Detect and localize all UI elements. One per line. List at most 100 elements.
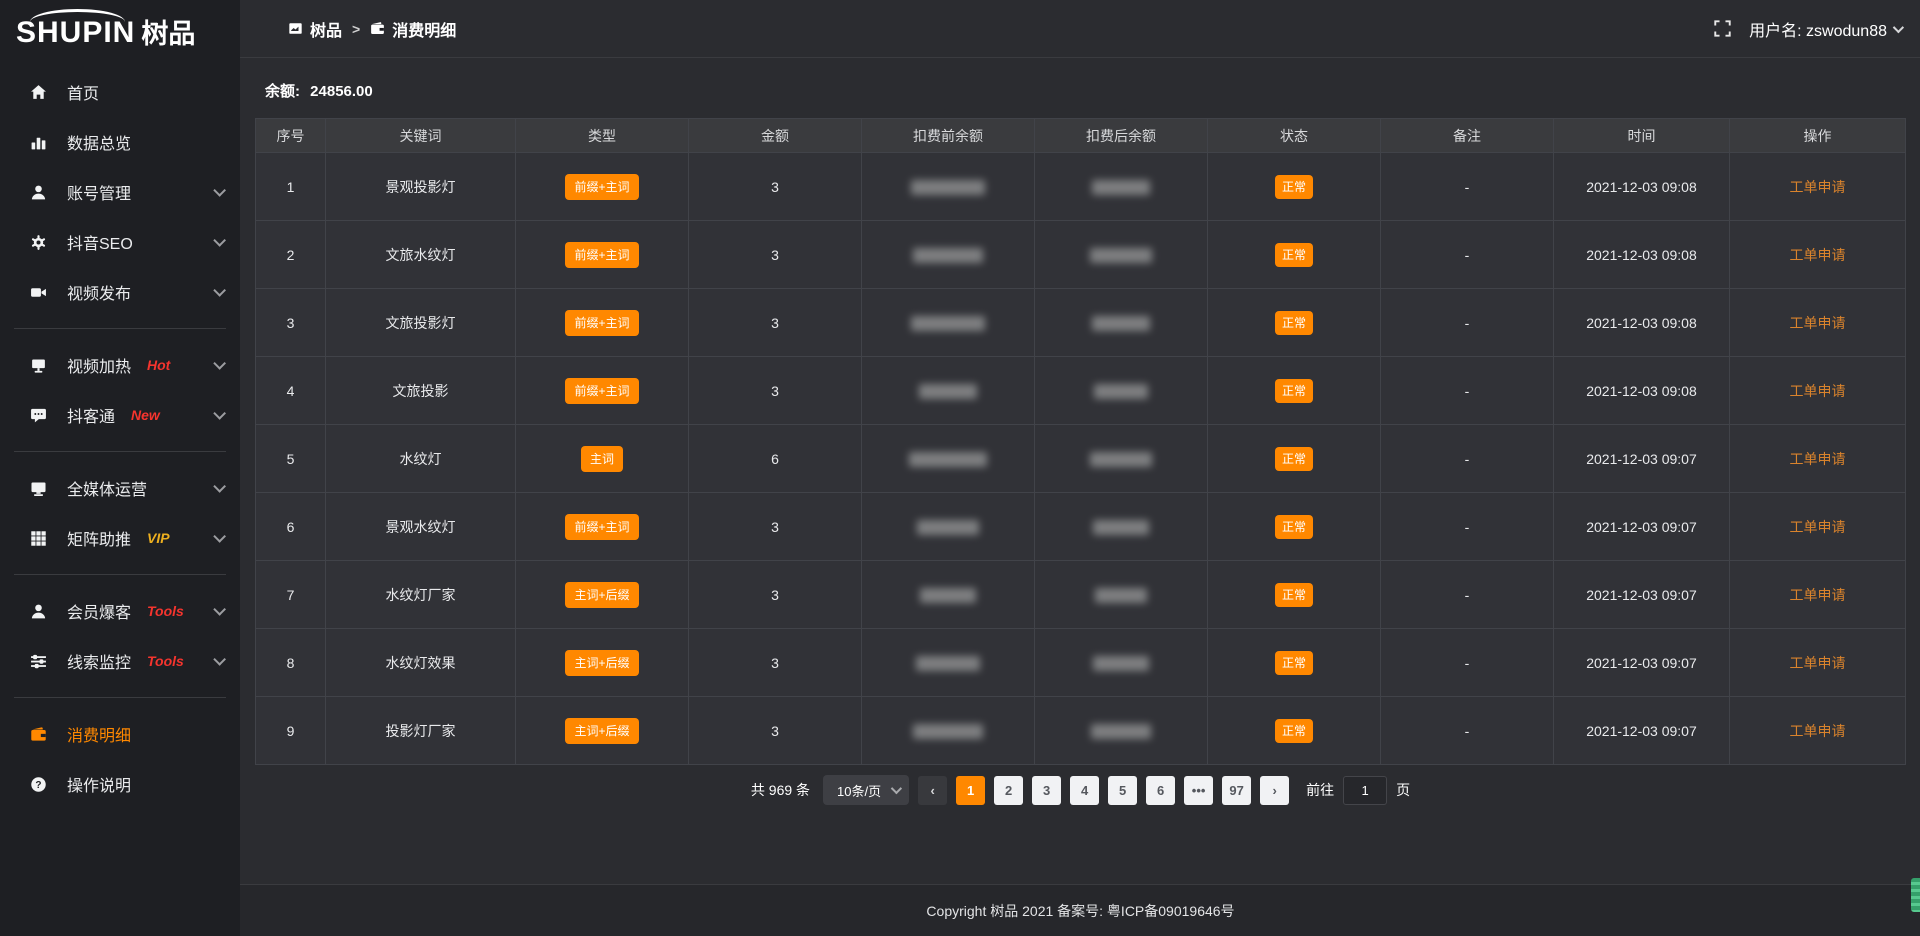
menu-divider bbox=[14, 328, 226, 329]
ticket-apply-link[interactable]: 工单申请 bbox=[1790, 451, 1846, 467]
sidebar-item-label: 数据总览 bbox=[67, 130, 131, 154]
breadcrumb: 树品>消费明细 bbox=[288, 17, 456, 41]
keyword-cell: 文旅投影 bbox=[326, 357, 516, 425]
question-icon: ? bbox=[30, 776, 47, 793]
balance-after-masked bbox=[1092, 316, 1150, 331]
ticket-apply-link[interactable]: 工单申请 bbox=[1790, 179, 1846, 195]
ticket-apply-link[interactable]: 工单申请 bbox=[1790, 519, 1846, 535]
chevron-down-icon bbox=[213, 184, 226, 197]
home-icon bbox=[30, 84, 47, 101]
more-pages-button[interactable]: ••• bbox=[1184, 776, 1213, 805]
ticket-apply-link[interactable]: 工单申请 bbox=[1790, 383, 1846, 399]
footer: Copyright 树品 2021 备案号: 粤ICP备09019646号 bbox=[240, 884, 1920, 936]
bar-chart-icon bbox=[30, 134, 47, 151]
page-button-4[interactable]: 4 bbox=[1070, 776, 1099, 805]
sidebar-item-tag: Hot bbox=[147, 357, 170, 373]
logo[interactable]: SHUPIN 树品 bbox=[0, 8, 240, 54]
video-icon bbox=[30, 284, 47, 301]
topbar-right: 用户名: zswodun88 bbox=[1714, 17, 1901, 41]
breadcrumb-consumption[interactable]: 消费明细 bbox=[370, 17, 456, 41]
sidebar-item-consumption-detail[interactable]: 消费明细 bbox=[0, 714, 240, 754]
user-icon bbox=[30, 603, 47, 620]
balance-value: 24856.00 bbox=[310, 83, 373, 100]
ticket-apply-link[interactable]: 工单申请 bbox=[1790, 723, 1846, 739]
svg-text:?: ? bbox=[35, 780, 41, 791]
balance-before-masked bbox=[911, 180, 985, 195]
page-button-5[interactable]: 5 bbox=[1108, 776, 1137, 805]
time-cell: 2021-12-03 09:08 bbox=[1554, 153, 1730, 221]
status-badge: 正常 bbox=[1275, 719, 1313, 743]
sidebar-item-data-overview[interactable]: 数据总览 bbox=[0, 122, 240, 162]
sidebar-item-tag: Tools bbox=[147, 603, 184, 619]
sidebar-item-douketong[interactable]: 抖客通New bbox=[0, 395, 240, 435]
sidebar-item-label: 抖客通 bbox=[67, 403, 115, 427]
consumption-table: 序号关键词类型金额扣费前余额扣费后余额状态备注时间操作 1景观投影灯前缀+主词3… bbox=[255, 118, 1906, 765]
sidebar-item-member-burst[interactable]: 会员爆客Tools bbox=[0, 591, 240, 631]
chevron-down-icon bbox=[213, 530, 226, 543]
chevron-down-icon bbox=[213, 653, 226, 666]
sidebar-item-home[interactable]: 首页 bbox=[0, 72, 240, 112]
status-badge: 正常 bbox=[1275, 515, 1313, 539]
sidebar-item-all-media-operation[interactable]: 全媒体运营 bbox=[0, 468, 240, 508]
green-widget[interactable] bbox=[1911, 878, 1920, 912]
balance-after-masked bbox=[1091, 724, 1151, 739]
page-button-1[interactable]: 1 bbox=[956, 776, 985, 805]
monitor-icon bbox=[30, 357, 47, 374]
remark-cell: - bbox=[1381, 493, 1554, 561]
sidebar-item-video-publish[interactable]: 视频发布 bbox=[0, 272, 240, 312]
page-size-select[interactable]: 10条/页 bbox=[823, 775, 909, 805]
user-menu[interactable]: 用户名: zswodun88 bbox=[1749, 17, 1901, 41]
table-row: 1景观投影灯前缀+主词3正常-2021-12-03 09:08工单申请 bbox=[256, 153, 1906, 221]
column-header: 扣费后余额 bbox=[1035, 119, 1208, 153]
ticket-apply-link[interactable]: 工单申请 bbox=[1790, 655, 1846, 671]
table-row: 2文旅水纹灯前缀+主词3正常-2021-12-03 09:08工单申请 bbox=[256, 221, 1906, 289]
amount-cell: 6 bbox=[689, 425, 862, 493]
copyright-text: Copyright 树品 2021 备案号: 粤ICP备09019646号 bbox=[926, 901, 1234, 921]
amount-cell: 3 bbox=[689, 153, 862, 221]
page-button-6[interactable]: 6 bbox=[1146, 776, 1175, 805]
sidebar-item-label: 消费明细 bbox=[67, 722, 131, 746]
chevron-down-icon bbox=[1893, 21, 1904, 32]
table-row: 4文旅投影前缀+主词3正常-2021-12-03 09:08工单申请 bbox=[256, 357, 1906, 425]
goto-page-input[interactable] bbox=[1343, 776, 1387, 805]
breadcrumb-home[interactable]: 树品 bbox=[288, 17, 342, 41]
ticket-apply-link[interactable]: 工单申请 bbox=[1790, 247, 1846, 263]
balance-before-masked bbox=[916, 656, 980, 671]
table-row: 8水纹灯效果主词+后缀3正常-2021-12-03 09:07工单申请 bbox=[256, 629, 1906, 697]
sidebar-item-tag: VIP bbox=[147, 530, 170, 546]
ticket-apply-link[interactable]: 工单申请 bbox=[1790, 587, 1846, 603]
page-button-3[interactable]: 3 bbox=[1032, 776, 1061, 805]
remark-cell: - bbox=[1381, 357, 1554, 425]
wallet-icon bbox=[30, 726, 47, 743]
sidebar-item-label: 账号管理 bbox=[67, 180, 131, 204]
sidebar-item-operation-guide[interactable]: ?操作说明 bbox=[0, 764, 240, 804]
keyword-cell: 景观投影灯 bbox=[326, 153, 516, 221]
balance-after-masked bbox=[1093, 520, 1149, 535]
column-header: 金额 bbox=[689, 119, 862, 153]
remark-cell: - bbox=[1381, 425, 1554, 493]
sidebar-item-douyin-seo[interactable]: 抖音SEO bbox=[0, 222, 240, 262]
time-cell: 2021-12-03 09:07 bbox=[1554, 493, 1730, 561]
type-badge: 前缀+主词 bbox=[565, 174, 638, 200]
ticket-apply-link[interactable]: 工单申请 bbox=[1790, 315, 1846, 331]
status-badge: 正常 bbox=[1275, 175, 1313, 199]
sidebar-item-matrix-boost[interactable]: 矩阵助推VIP bbox=[0, 518, 240, 558]
keyword-cell: 水纹灯厂家 bbox=[326, 561, 516, 629]
row-index-cell: 6 bbox=[256, 493, 326, 561]
username-text: 用户名: zswodun88 bbox=[1749, 17, 1887, 41]
sliders-icon bbox=[30, 653, 47, 670]
keyword-cell: 文旅水纹灯 bbox=[326, 221, 516, 289]
prev-page-button[interactable]: ‹ bbox=[918, 776, 947, 805]
amount-cell: 3 bbox=[689, 561, 862, 629]
sidebar-item-account-management[interactable]: 账号管理 bbox=[0, 172, 240, 212]
app-root: SHUPIN 树品 首页数据总览账号管理抖音SEO 视频发布视频加热Hot 抖客通N… bbox=[0, 0, 1920, 936]
goto-page: 前往页 bbox=[1306, 776, 1410, 805]
next-page-button[interactable]: › bbox=[1260, 776, 1289, 805]
page-button-97[interactable]: 97 bbox=[1222, 776, 1251, 805]
sidebar-item-video-heating[interactable]: 视频加热Hot bbox=[0, 345, 240, 385]
balance-before-masked bbox=[909, 452, 987, 467]
sidebar-item-clue-monitor[interactable]: 线索监控Tools bbox=[0, 641, 240, 681]
fullscreen-icon[interactable] bbox=[1714, 20, 1731, 37]
page-button-2[interactable]: 2 bbox=[994, 776, 1023, 805]
balance-after-masked bbox=[1094, 384, 1148, 399]
